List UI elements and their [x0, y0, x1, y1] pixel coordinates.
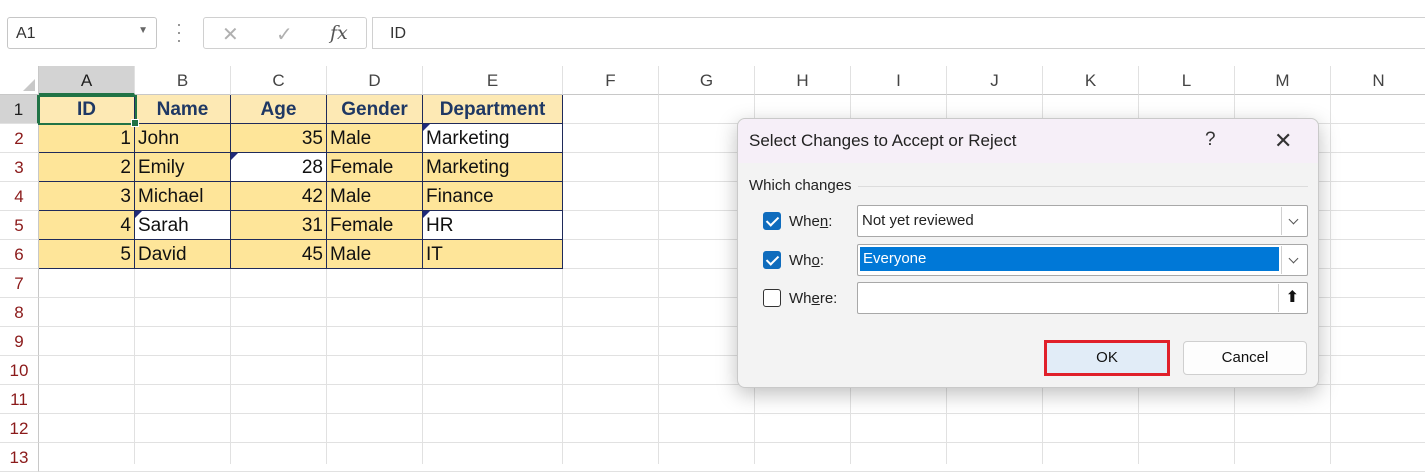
table-cell[interactable]: 31 [231, 211, 327, 240]
table-cell[interactable]: 42 [231, 182, 327, 211]
name-box[interactable]: A1 ▼ [7, 17, 157, 49]
column-header-m[interactable]: M [1235, 66, 1331, 95]
table-cell[interactable]: 3 [39, 182, 135, 211]
table-cell[interactable]: 1 [39, 124, 135, 153]
header-cell[interactable]: Age [231, 95, 327, 124]
which-changes-group-label: Which changes [749, 177, 852, 194]
select-all-corner[interactable] [0, 66, 39, 95]
table-cell[interactable]: Marketing [423, 124, 563, 153]
row-header-4[interactable]: 4 [0, 182, 39, 211]
table-cell[interactable]: IT [423, 240, 563, 269]
where-label: Where: [789, 290, 838, 307]
row-header-7[interactable]: 7 [0, 269, 39, 298]
column-header-j[interactable]: J [947, 66, 1043, 95]
dialog-title-bar: Select Changes to Accept or Reject [738, 119, 1318, 163]
where-range-input[interactable]: ⬆ [857, 282, 1308, 314]
gridline [39, 442, 1425, 443]
when-checkbox[interactable] [763, 212, 781, 230]
cancel-button[interactable]: Cancel [1183, 341, 1307, 375]
row-header-10[interactable]: 10 [0, 356, 39, 385]
table-cell[interactable]: Finance [423, 182, 563, 211]
gridline [39, 413, 1425, 414]
who-checkbox[interactable] [763, 251, 781, 269]
formula-input-value: ID [390, 25, 406, 42]
ok-button-highlight [1044, 340, 1170, 376]
name-box-value: A1 [16, 25, 36, 42]
table-cell[interactable]: Michael [135, 182, 231, 211]
who-label: Who: [789, 252, 825, 269]
close-icon[interactable]: ✕ [1274, 128, 1292, 154]
row-header-8[interactable]: 8 [0, 298, 39, 327]
header-cell[interactable]: Department [423, 95, 563, 124]
table-cell[interactable]: 28 [231, 153, 327, 182]
row-header-6[interactable]: 6 [0, 240, 39, 269]
column-header-g[interactable]: G [659, 66, 755, 95]
column-header-c[interactable]: C [231, 66, 327, 95]
column-header-a[interactable]: A [39, 66, 135, 95]
table-cell[interactable]: Female [327, 153, 423, 182]
header-cell[interactable]: Gender [327, 95, 423, 124]
cancel-icon[interactable]: ✕ [222, 22, 239, 47]
table-cell[interactable]: Male [327, 182, 423, 211]
function-icon[interactable]: fx [330, 22, 348, 44]
column-header-h[interactable]: H [755, 66, 851, 95]
column-header-i[interactable]: I [851, 66, 947, 95]
select-changes-dialog: Select Changes to Accept or Reject ? ✕ W… [737, 118, 1319, 388]
column-header-n[interactable]: N [1331, 66, 1425, 95]
row-header-2[interactable]: 2 [0, 124, 39, 153]
gridline [1330, 95, 1331, 464]
table-cell[interactable]: David [135, 240, 231, 269]
table-cell[interactable]: Male [327, 240, 423, 269]
row-header-5[interactable]: 5 [0, 211, 39, 240]
row-header-11[interactable]: 11 [0, 385, 39, 414]
column-header-b[interactable]: B [135, 66, 231, 95]
formula-input[interactable]: ID [372, 17, 1425, 49]
column-header-d[interactable]: D [327, 66, 423, 95]
formula-bar-grip-icon: · · · [176, 14, 182, 50]
row-header-9[interactable]: 9 [0, 327, 39, 356]
column-header-k[interactable]: K [1043, 66, 1139, 95]
table-cell[interactable]: 35 [231, 124, 327, 153]
who-value: Everyone [860, 247, 1279, 271]
enter-icon[interactable]: ✓ [276, 22, 293, 47]
when-dropdown[interactable]: Not yet reviewed [857, 205, 1308, 237]
name-box-dropdown-icon[interactable]: ▼ [138, 25, 148, 36]
formula-bar: A1 ▼ · · · ✕ ✓ fx ID [0, 0, 1425, 66]
table-cell[interactable]: 4 [39, 211, 135, 240]
table-cell[interactable]: HR [423, 211, 563, 240]
chevron-down-icon[interactable] [1281, 207, 1306, 235]
table-cell[interactable]: 2 [39, 153, 135, 182]
column-header-f[interactable]: F [563, 66, 659, 95]
where-checkbox[interactable] [763, 289, 781, 307]
table-cell[interactable]: 45 [231, 240, 327, 269]
row-header-1[interactable]: 1 [0, 95, 39, 124]
table-cell[interactable]: Female [327, 211, 423, 240]
help-icon[interactable]: ? [1205, 129, 1221, 151]
active-cell-selection [38, 95, 139, 127]
row-header-3[interactable]: 3 [0, 153, 39, 182]
table-cell[interactable]: 5 [39, 240, 135, 269]
table-cell[interactable]: Male [327, 124, 423, 153]
chevron-down-icon[interactable] [1281, 246, 1306, 274]
when-label: When: [789, 213, 833, 230]
range-picker-icon[interactable]: ⬆ [1278, 284, 1306, 312]
when-value: Not yet reviewed [862, 212, 974, 229]
column-header-l[interactable]: L [1139, 66, 1235, 95]
table-cell[interactable]: Marketing [423, 153, 563, 182]
group-divider [858, 186, 1308, 187]
dialog-title: Select Changes to Accept or Reject [749, 131, 1017, 150]
table-cell[interactable]: John [135, 124, 231, 153]
column-header-e[interactable]: E [423, 66, 563, 95]
table-cell[interactable]: Sarah [135, 211, 231, 240]
formula-buttons: ✕ ✓ fx [203, 17, 367, 49]
header-cell[interactable]: Name [135, 95, 231, 124]
row-header-12[interactable]: 12 [0, 414, 39, 443]
table-cell[interactable]: Emily [135, 153, 231, 182]
who-dropdown[interactable]: Everyone [857, 244, 1308, 276]
row-header-13[interactable]: 13 [0, 443, 39, 472]
gridline [658, 95, 659, 464]
